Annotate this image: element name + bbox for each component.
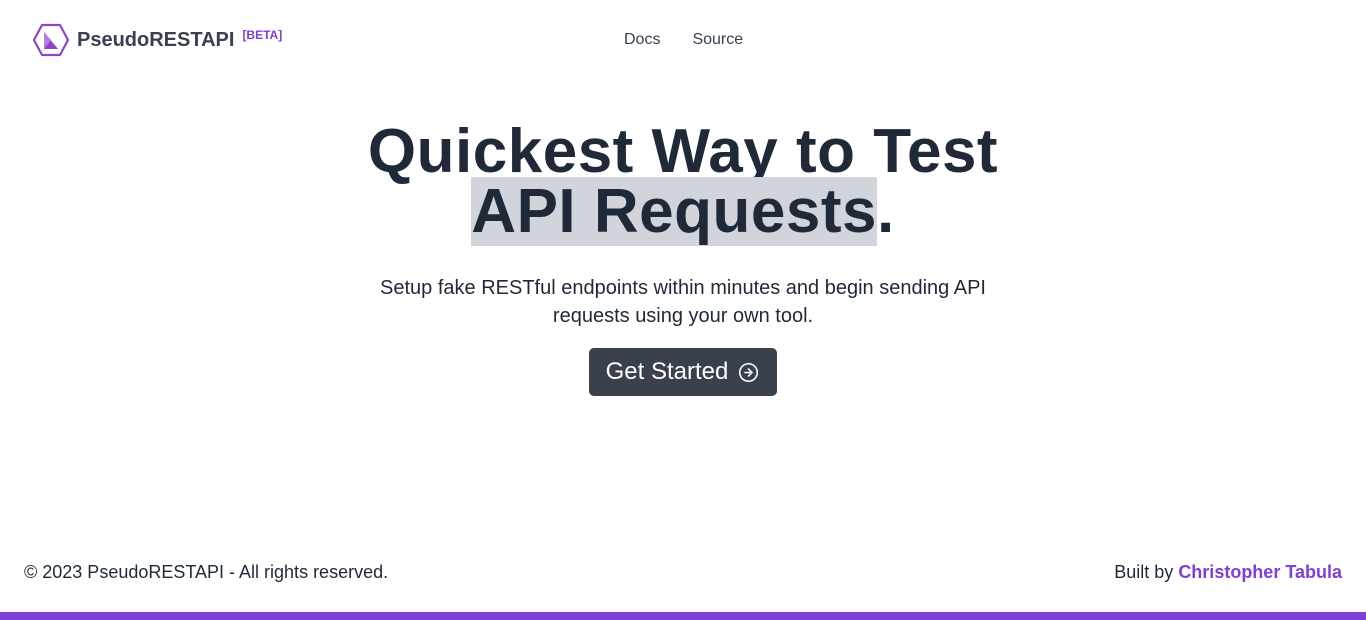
- hero-title-suffix: .: [876, 177, 895, 246]
- arrow-right-circle-icon: [739, 362, 759, 382]
- site-header: PseudoRESTAPI [BETA] Docs Source: [0, 0, 1366, 80]
- hexagon-logo-icon: [33, 23, 69, 57]
- built-by: Built by Christopher Tabula: [1114, 562, 1342, 583]
- hero-section: Quickest Way to Test API Requests. Setup…: [0, 117, 1366, 396]
- hero-title-highlight: API Requests: [471, 177, 877, 246]
- get-started-button[interactable]: Get Started: [588, 348, 778, 396]
- get-started-label: Get Started: [605, 358, 729, 385]
- nav-link-docs[interactable]: Docs: [624, 30, 660, 50]
- copyright-text: © 2023 PseudoRESTAPI - All rights reserv…: [24, 562, 389, 582]
- hero-title: Quickest Way to Test API Requests.: [0, 117, 1366, 246]
- main-nav: Docs Source: [624, 30, 743, 50]
- built-by-prefix: Built by: [1114, 562, 1174, 582]
- brand-name: PseudoRESTAPI: [77, 29, 235, 51]
- hero-title-line2: API Requests.: [0, 177, 1366, 246]
- author-link[interactable]: Christopher Tabula: [1178, 562, 1342, 582]
- hero-title-line1: Quickest Way to Test: [367, 117, 999, 186]
- brand-link[interactable]: PseudoRESTAPI [BETA]: [33, 23, 282, 57]
- bottom-accent-bar: [0, 612, 1366, 620]
- page: PseudoRESTAPI [BETA] Docs Source Quickes…: [0, 0, 1366, 620]
- site-footer: © 2023 PseudoRESTAPI - All rights reserv…: [0, 560, 1366, 590]
- hero-subtitle: Setup fake RESTful endpoints within minu…: [380, 277, 986, 327]
- beta-badge: [BETA]: [242, 28, 283, 42]
- nav-link-source[interactable]: Source: [692, 30, 743, 50]
